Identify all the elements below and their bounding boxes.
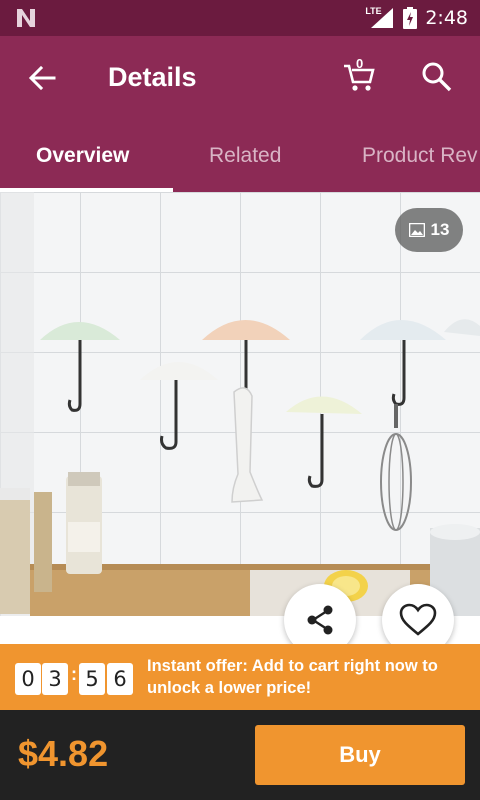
- product-image[interactable]: [0, 192, 480, 616]
- timer-digit: 3: [42, 663, 68, 695]
- buy-button[interactable]: Buy: [255, 725, 465, 785]
- timer-digit: 0: [15, 663, 41, 695]
- photo-count: 13: [430, 220, 450, 239]
- tab-overview[interactable]: Overview: [36, 144, 129, 168]
- n-logo-icon: [17, 9, 35, 27]
- network-label: LTE: [365, 6, 382, 16]
- status-bar: LTE 2:48: [0, 0, 480, 36]
- image-icon: [408, 223, 425, 237]
- share-icon: [307, 605, 333, 635]
- battery-icon: [403, 7, 418, 29]
- heart-icon: [399, 603, 437, 636]
- lte-signal-icon: LTE: [365, 6, 395, 30]
- app-bar: Details 0: [0, 36, 480, 122]
- timer-digit: 5: [79, 663, 105, 695]
- back-arrow-icon[interactable]: [26, 62, 58, 94]
- timer-digit: 6: [107, 663, 133, 695]
- cart-count-badge: 0: [356, 56, 364, 71]
- page-title: Details: [108, 62, 197, 92]
- photo-count-badge[interactable]: 13: [395, 208, 463, 252]
- status-time: 2:48: [425, 7, 468, 29]
- timer-separator: :: [71, 664, 77, 684]
- offer-message: Instant offer: Add to cart right now to …: [147, 657, 438, 697]
- tab-related[interactable]: Related: [209, 144, 281, 168]
- tab-product-reviews[interactable]: Product Rev: [362, 144, 478, 168]
- tab-bar: Overview Related Product Rev: [0, 122, 480, 192]
- price: $4.82: [18, 733, 109, 774]
- search-icon[interactable]: [420, 60, 454, 94]
